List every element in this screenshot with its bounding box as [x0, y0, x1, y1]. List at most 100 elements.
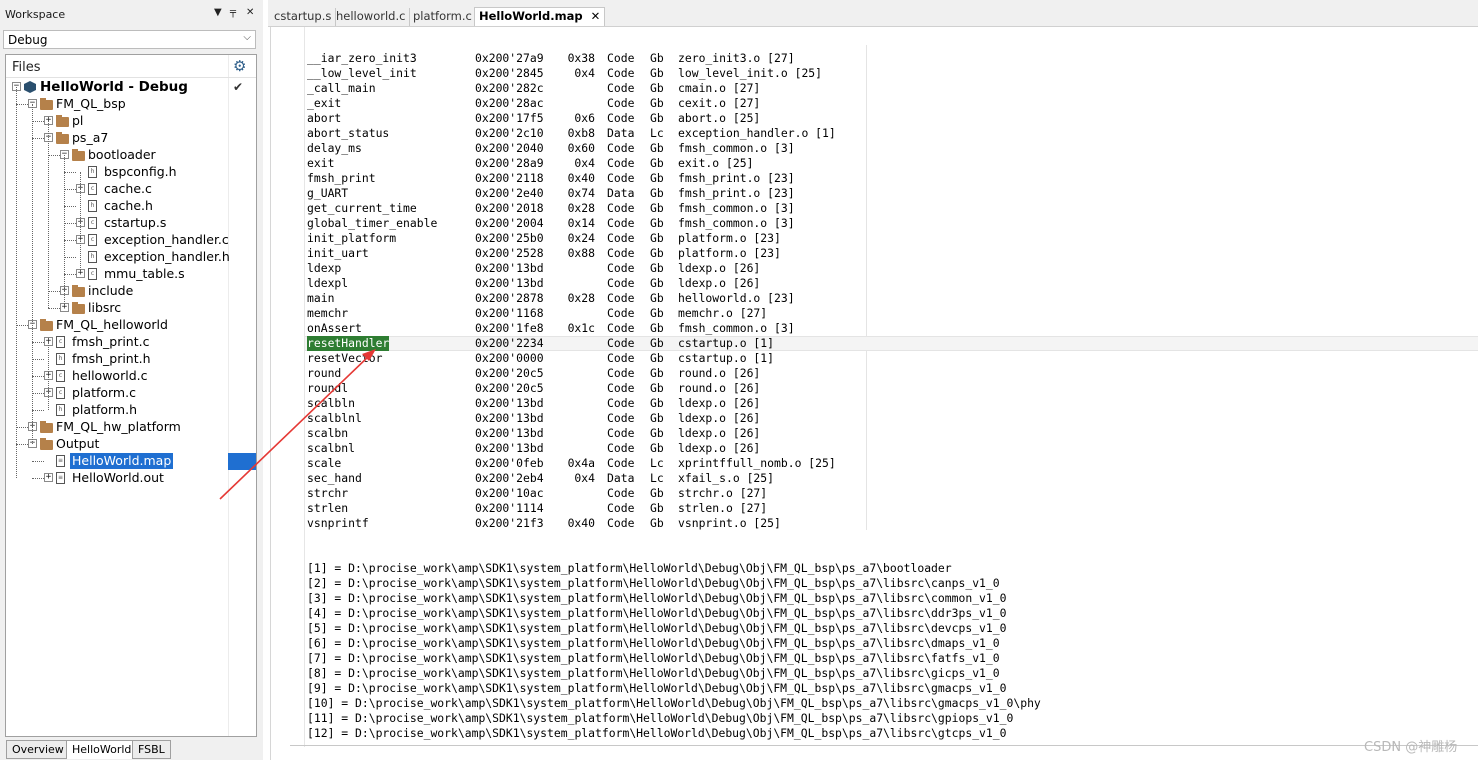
symbol-address: 0x200'1168	[475, 306, 544, 320]
tree-item[interactable]: h bspconfig.h	[6, 164, 256, 181]
symbol-row: scalblnl 0x200'13bd Code Gb ldexp.o [26]	[307, 411, 907, 426]
tree-item[interactable]: − ps_a7	[6, 130, 256, 147]
tree-item[interactable]: + c mmu_table.s	[6, 266, 256, 283]
symbol-object: helloworld.o [23]	[678, 291, 795, 305]
tree-guide-line	[64, 155, 65, 308]
tree-item[interactable]: h exception_handler.h	[6, 249, 256, 266]
symbol-name: vsnprintf	[307, 516, 369, 530]
tree-item[interactable]: + libsrc	[6, 300, 256, 317]
tree-item-label: exception_handler.c	[104, 232, 229, 247]
tree-connector	[32, 393, 44, 394]
symbol-row: _call_main 0x200'282c Code Gb cmain.o [27]	[307, 81, 907, 96]
symbol-scope: Gb	[650, 441, 664, 455]
tab-helloworld-c[interactable]: helloworld.c	[332, 8, 411, 26]
symbol-size: 0x60	[567, 141, 595, 155]
folder-icon	[40, 438, 53, 450]
symbol-row: onAssert 0x200'1fe8 0x1c Code Gb fmsh_common.…	[307, 321, 907, 336]
configuration-select[interactable]: Debug ⌵	[3, 30, 256, 49]
tab-helloworld-map[interactable]: HelloWorld.map ✕	[474, 7, 606, 26]
tree-item[interactable]: − bootloader	[6, 147, 256, 164]
tree-item[interactable]: + c fmsh_print.c	[6, 334, 256, 351]
symbol-type: Data	[607, 471, 635, 485]
symbol-name: memchr	[307, 306, 349, 320]
tree-guide-line	[80, 172, 81, 274]
symbol-object: fmsh_common.o [3]	[678, 141, 795, 155]
module-path-line: [7] = D:\procise_work\amp\SDK1\system_pl…	[307, 651, 1000, 665]
module-path-line: [12] = D:\procise_work\amp\SDK1\system_p…	[307, 726, 1007, 740]
tree-item[interactable]: − HelloWorld - Debug ✔	[6, 79, 256, 96]
tab-fsbl[interactable]: FSBL	[132, 740, 171, 759]
tree-item[interactable]: + c helloworld.c	[6, 368, 256, 385]
symbol-address: 0x200'25b0	[475, 231, 544, 245]
symbol-type: Code	[607, 201, 635, 215]
symbol-object: ldexp.o [26]	[678, 426, 761, 440]
symbol-object: cmain.o [27]	[678, 81, 761, 95]
tab-overview[interactable]: Overview	[6, 740, 70, 759]
tree-item[interactable]: − Output	[6, 436, 256, 453]
close-icon[interactable]: ✕	[246, 7, 254, 18]
symbol-name: resetVector	[307, 351, 383, 365]
tree-item-label: cstartup.s	[104, 215, 167, 230]
module-path-line: [1] = D:\procise_work\amp\SDK1\system_pl…	[307, 561, 952, 575]
tree-item[interactable]: + c cstartup.s	[6, 215, 256, 232]
tree-connector	[64, 257, 76, 258]
symbol-type: Code	[607, 501, 635, 515]
tree-item-label: fmsh_print.h	[72, 351, 151, 366]
folder-icon	[56, 115, 69, 127]
symbol-scope: Gb	[650, 81, 664, 95]
tab-helloworld[interactable]: HelloWorld	[66, 740, 138, 759]
tree-item[interactable]: + c exception_handler.c	[6, 232, 256, 249]
tree-item[interactable]: + ≡ HelloWorld.out	[6, 470, 256, 487]
tab-platform-c[interactable]: platform.c	[409, 8, 477, 26]
tree-item-label: helloworld.c	[72, 368, 148, 383]
symbol-scope: Gb	[650, 66, 664, 80]
symbol-size: 0x74	[567, 186, 595, 200]
tree-item[interactable]: ≡ HelloWorld.map	[6, 453, 256, 470]
tree-item[interactable]: + c cache.c	[6, 181, 256, 198]
tree-connector	[32, 461, 44, 462]
tree-guide-line	[48, 121, 49, 308]
tab-cstartup[interactable]: cstartup.s	[270, 8, 337, 26]
symbol-name: scalbn	[307, 426, 349, 440]
symbol-type: Code	[607, 246, 635, 260]
symbol-row: scalbn 0x200'13bd Code Gb ldexp.o [26]	[307, 426, 907, 441]
symbol-address: 0x200'17f5	[475, 111, 544, 125]
tree-item-label: fmsh_print.c	[72, 334, 150, 349]
tree-item[interactable]: h platform.h	[6, 402, 256, 419]
tree-guide-line	[16, 87, 17, 478]
horizontal-scrollbar[interactable]	[290, 745, 1478, 746]
tree-guide-line	[32, 104, 33, 444]
symbol-row: __iar_zero_init3 0x200'27a9 0x38 Code Gb zero…	[307, 51, 907, 66]
symbol-scope: Gb	[650, 411, 664, 425]
symbol-address: 0x200'2c10	[475, 126, 544, 140]
gutter-margin	[304, 27, 305, 747]
folder-icon	[72, 285, 85, 297]
tree-item[interactable]: h fmsh_print.h	[6, 351, 256, 368]
tree-item[interactable]: + FM_QL_hw_platform	[6, 419, 256, 436]
tree-item[interactable]: h cache.h	[6, 198, 256, 215]
tree-item-label: HelloWorld - Debug	[40, 79, 188, 95]
pin-icon[interactable]: ╤	[230, 7, 236, 18]
symbol-type: Code	[607, 141, 635, 155]
symbol-object: strchr.o [27]	[678, 486, 768, 500]
tree-item[interactable]: + include	[6, 283, 256, 300]
workspace-title: Workspace	[5, 8, 66, 21]
symbol-scope: Gb	[650, 156, 664, 170]
tree-item[interactable]: − FM_QL_helloworld	[6, 317, 256, 334]
symbol-name: g_UART	[307, 186, 349, 200]
close-icon[interactable]: ✕	[591, 9, 601, 23]
dropdown-icon[interactable]: ▼	[214, 7, 222, 18]
expand-icon[interactable]: +	[44, 473, 53, 482]
tree-connector	[32, 376, 44, 377]
symbol-scope: Gb	[650, 291, 664, 305]
gear-icon[interactable]: ⚙	[233, 57, 246, 75]
symbol-scope: Lc	[650, 126, 664, 140]
tree-item[interactable]: + c platform.c	[6, 385, 256, 402]
tab-label: HelloWorld.map	[479, 9, 583, 23]
tree-item[interactable]: + pl	[6, 113, 256, 130]
selection-highlight	[228, 453, 256, 470]
symbol-scope: Lc	[650, 471, 664, 485]
symbol-address: 0x200'28a9	[475, 156, 544, 170]
tree-item[interactable]: − FM_QL_bsp	[6, 96, 256, 113]
folder-icon	[40, 421, 53, 433]
